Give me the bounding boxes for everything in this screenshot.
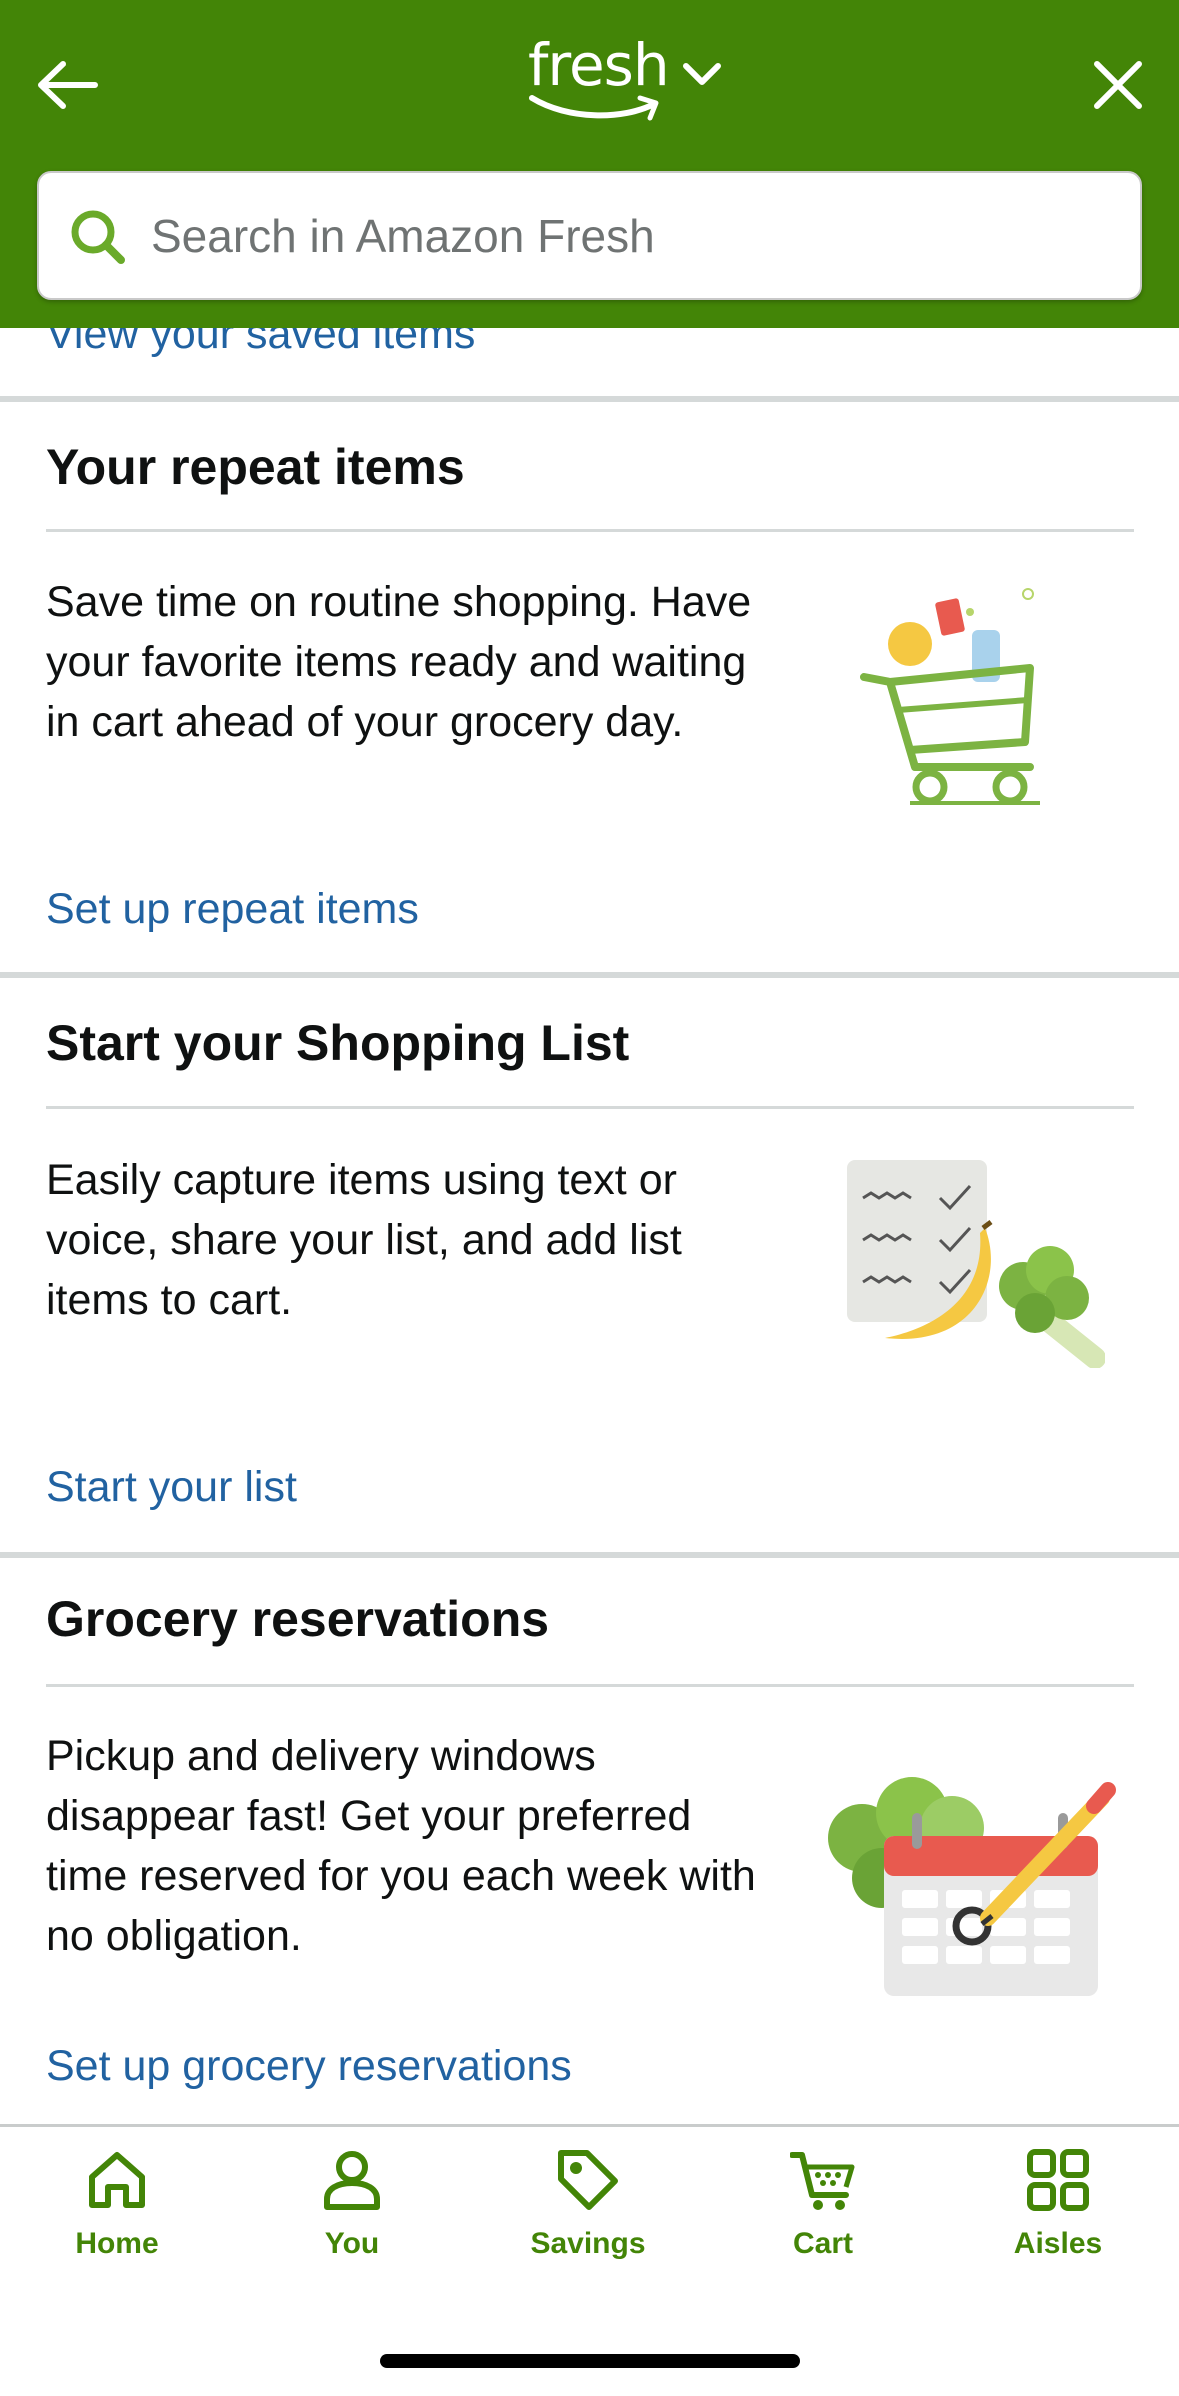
- close-button[interactable]: [1073, 40, 1163, 130]
- start-your-list-link[interactable]: Start your list: [46, 1463, 297, 1512]
- home-indicator[interactable]: [380, 2354, 800, 2368]
- card-title: Start your Shopping List: [46, 1015, 630, 1071]
- card-description: Pickup and delivery windows disappear fa…: [46, 1732, 756, 1960]
- nav-you[interactable]: You: [252, 2147, 452, 2297]
- calendar-illustration: [822, 1758, 1122, 1998]
- home-icon: [89, 2152, 145, 2208]
- person-icon: [324, 2151, 380, 2210]
- nav-savings[interactable]: Savings: [488, 2147, 688, 2297]
- nav-home-label: Home: [75, 2227, 159, 2260]
- back-button[interactable]: [22, 40, 112, 130]
- fresh-logo-menu[interactable]: fresh: [520, 28, 750, 138]
- card-divider: [46, 1684, 1134, 1687]
- card-divider: [46, 529, 1134, 532]
- nav-cart[interactable]: Cart: [723, 2147, 923, 2297]
- nav-you-label: You: [324, 2227, 380, 2260]
- back-arrow-icon: [38, 61, 98, 109]
- cart-icon: [790, 2152, 855, 2210]
- nav-aisles[interactable]: Aisles: [958, 2147, 1158, 2297]
- set-up-repeat-items-link[interactable]: Set up repeat items: [46, 885, 419, 934]
- close-icon: [1094, 61, 1142, 109]
- app-screen: View your saved items Your repeat items …: [0, 0, 1179, 2396]
- grocery-reservations-card: Grocery reservations Pickup and delivery…: [0, 1558, 1179, 2128]
- fresh-logo-text: fresh: [528, 31, 670, 99]
- search-bar[interactable]: [37, 171, 1142, 300]
- shopping-list-illustration: [845, 1158, 1106, 1369]
- shopping-list-card: Start your Shopping List Easily capture …: [0, 978, 1179, 1548]
- nav-aisles-label: Aisles: [1013, 2227, 1103, 2260]
- tag-icon: [558, 2150, 618, 2210]
- amazon-smile-icon: [529, 95, 659, 121]
- card-title: Grocery reservations: [46, 1591, 550, 1647]
- nav-savings-label: Savings: [530, 2227, 646, 2260]
- card-title: Your repeat items: [46, 439, 465, 495]
- grid-icon: [1027, 2149, 1089, 2211]
- card-description: Save time on routine shopping. Have your…: [46, 578, 752, 746]
- nav-home[interactable]: Home: [17, 2147, 217, 2297]
- nav-cart-label: Cart: [792, 2227, 853, 2260]
- shopping-cart-illustration: [860, 582, 1060, 812]
- card-description: Easily capture items using text or voice…: [46, 1156, 682, 1324]
- chevron-down-icon: [683, 63, 721, 85]
- search-input[interactable]: [151, 208, 1101, 263]
- search-icon: [71, 210, 125, 264]
- card-divider: [46, 1106, 1134, 1109]
- set-up-grocery-reservations-link[interactable]: Set up grocery reservations: [46, 2042, 572, 2091]
- app-header: fresh: [0, 0, 1179, 328]
